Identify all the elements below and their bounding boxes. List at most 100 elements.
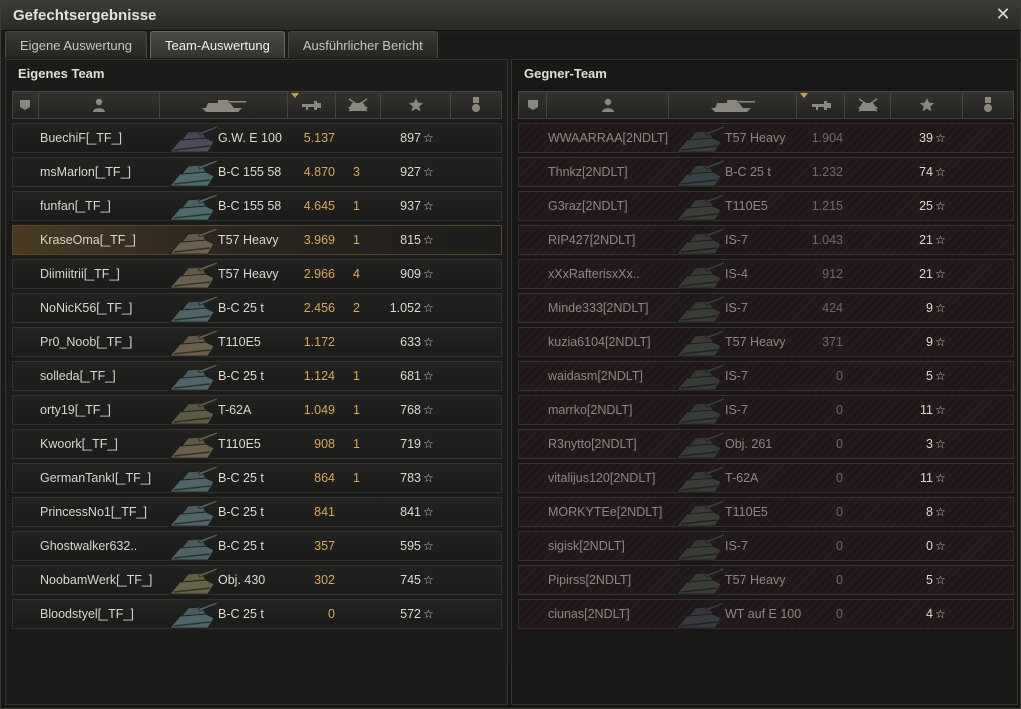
damage-value: 4.645 [303, 199, 335, 213]
tank-column-icon[interactable] [160, 92, 288, 118]
xp-value: 9 [926, 335, 933, 349]
enemy-team-panel: Gegner-Team WWAARRAA[2NDLT] T57 Heavy 1.… [511, 59, 1018, 705]
close-icon[interactable]: ✕ [994, 5, 1012, 23]
kills-value: 2 [353, 301, 360, 315]
table-row[interactable]: R3nytto[2NDLT] Obj. 261 0 3 ☆ [518, 429, 1014, 459]
player-name: waidasm[2NDLT] [548, 369, 643, 383]
table-row[interactable]: GermanTankI[_TF_] B-C 25 t 864 1 783 ☆ [12, 463, 502, 493]
kills-column-icon[interactable] [336, 92, 382, 118]
damage-value: 0 [836, 505, 843, 519]
star-icon: ☆ [423, 369, 434, 383]
own-team-title: Eigenes Team [18, 66, 105, 81]
table-row[interactable]: G3raz[2NDLT] T110E5 1.215 25 ☆ [518, 191, 1014, 221]
table-row[interactable]: solleda[_TF_] B-C 25 t 1.124 1 681 ☆ [12, 361, 502, 391]
vehicle-name: T57 Heavy [725, 573, 786, 587]
xp-value: 5 [926, 573, 933, 587]
damage-value: 864 [314, 471, 335, 485]
xp-value: 25 [919, 199, 933, 213]
vehicle-name: B-C 155 58 [218, 199, 282, 213]
table-row[interactable]: kuzia6104[2NDLT] T57 Heavy 371 9 ☆ [518, 327, 1014, 357]
kills-column-icon[interactable] [845, 92, 891, 118]
tank-icon [676, 567, 725, 595]
tank-icon [676, 397, 725, 425]
tank-icon [676, 193, 725, 221]
table-row[interactable]: BuechiF[_TF_] G.W. E 100 5.137 897 ☆ [12, 123, 502, 153]
table-row[interactable]: NoobamWerk[_TF_] Obj. 430 302 745 ☆ [12, 565, 502, 595]
star-icon: ☆ [423, 437, 434, 451]
vehicle-name: T57 Heavy [725, 335, 786, 349]
tab-eigene-auswertung[interactable]: Eigene Auswertung [5, 31, 148, 58]
xp-value: 572 [400, 607, 421, 621]
star-icon: ☆ [423, 131, 434, 145]
vehicle-name: Obj. 430 [218, 573, 266, 587]
table-row[interactable]: funfan[_TF_] B-C 155 58 4.645 1 937 ☆ [12, 191, 502, 221]
tank-icon [169, 499, 218, 527]
table-row[interactable]: msMarlon[_TF_] B-C 155 58 4.870 3 927 ☆ [12, 157, 502, 187]
tank-icon [676, 329, 725, 357]
damage-value: 1.232 [811, 165, 843, 179]
table-row[interactable]: MORKYTEe[2NDLT] T110E5 0 8 ☆ [518, 497, 1014, 527]
tank-icon [676, 465, 725, 493]
table-row[interactable]: WWAARRAA[2NDLT] T57 Heavy 1.904 39 ☆ [518, 123, 1014, 153]
xp-value: 897 [400, 131, 421, 145]
tank-column-icon[interactable] [669, 92, 797, 118]
medal-column-icon[interactable] [451, 92, 501, 118]
table-row[interactable]: Pipirss[2NDLT] T57 Heavy 0 5 ☆ [518, 565, 1014, 595]
table-row[interactable]: orty19[_TF_] T-62A 1.049 1 768 ☆ [12, 395, 502, 425]
table-row[interactable]: marrko[2NDLT] IS-7 0 11 ☆ [518, 395, 1014, 425]
damage-value: 0 [836, 437, 843, 451]
table-row[interactable]: PrincessNo1[_TF_] B-C 25 t 841 841 ☆ [12, 497, 502, 527]
damage-value: 0 [836, 607, 843, 621]
table-row[interactable]: Minde333[2NDLT] IS-7 424 9 ☆ [518, 293, 1014, 323]
vehicle-name: T57 Heavy [218, 267, 279, 281]
table-row[interactable]: xXxRafterisxXx.. IS-4 912 21 ☆ [518, 259, 1014, 289]
player-name: Kwoork[_TF_] [40, 437, 118, 451]
table-row[interactable]: waidasm[2NDLT] IS-7 0 5 ☆ [518, 361, 1014, 391]
table-row[interactable]: vitalijus120[2NDLT] T-62A 0 11 ☆ [518, 463, 1014, 493]
star-icon: ☆ [423, 165, 434, 179]
player-name: BuechiF[_TF_] [40, 131, 122, 145]
vehicle-name: T-62A [725, 471, 759, 485]
squad-column-icon[interactable] [519, 92, 547, 118]
tab-team-auswertung[interactable]: Team-Auswertung [150, 31, 285, 58]
xp-value: 909 [400, 267, 421, 281]
vehicle-name: B-C 25 t [218, 539, 264, 553]
kills-value: 3 [353, 165, 360, 179]
damage-column-icon[interactable] [797, 92, 845, 118]
player-name: G3raz[2NDLT] [548, 199, 628, 213]
table-row[interactable]: RIP427[2NDLT] IS-7 1.043 21 ☆ [518, 225, 1014, 255]
medal-column-icon[interactable] [963, 92, 1013, 118]
table-row[interactable]: Pr0_Noob[_TF_] T110E5 1.172 633 ☆ [12, 327, 502, 357]
star-icon: ☆ [935, 403, 946, 417]
xp-value: 21 [919, 267, 933, 281]
table-row[interactable]: Bloodstyel[_TF_] B-C 25 t 0 572 ☆ [12, 599, 502, 629]
damage-value: 0 [836, 539, 843, 553]
table-row[interactable]: KraseOma[_TF_] T57 Heavy 3.969 1 815 ☆ [12, 225, 502, 255]
xp-value: 39 [919, 131, 933, 145]
player-name: Ghostwalker632.. [40, 539, 138, 553]
xp-column-icon[interactable] [891, 92, 963, 118]
xp-column-icon[interactable] [381, 92, 452, 118]
table-row[interactable]: sigisk[2NDLT] IS-7 0 0 ☆ [518, 531, 1014, 561]
damage-value: 1.043 [811, 233, 843, 247]
table-row[interactable]: Thnkz[2NDLT] B-C 25 t 1.232 74 ☆ [518, 157, 1014, 187]
player-column-icon[interactable] [547, 92, 669, 118]
player-column-icon[interactable] [39, 92, 161, 118]
table-row[interactable]: Diimiitrii[_TF_] T57 Heavy 2.966 4 909 ☆ [12, 259, 502, 289]
table-row[interactable]: NoNicK56[_TF_] B-C 25 t 2.456 2 1.052 ☆ [12, 293, 502, 323]
star-icon: ☆ [423, 335, 434, 349]
tab-ausfuehrlicher-bericht[interactable]: Ausführlicher Bericht [287, 31, 438, 58]
window-title: Gefechtsergebnisse [13, 7, 157, 24]
table-row[interactable]: Kwoork[_TF_] T110E5 908 1 719 ☆ [12, 429, 502, 459]
star-icon: ☆ [423, 267, 434, 281]
table-row[interactable]: ciunas[2NDLT] WT auf E 100 0 4 ☆ [518, 599, 1014, 629]
table-row[interactable]: Ghostwalker632.. B-C 25 t 357 595 ☆ [12, 531, 502, 561]
title-bar[interactable]: Gefechtsergebnisse ✕ [1, 1, 1020, 31]
vehicle-name: T-62A [218, 403, 252, 417]
tank-icon [169, 431, 218, 459]
squad-column-icon[interactable] [13, 92, 39, 118]
tank-icon [169, 363, 218, 391]
damage-column-icon[interactable] [288, 92, 336, 118]
tank-icon [169, 397, 218, 425]
xp-value: 681 [400, 369, 421, 383]
